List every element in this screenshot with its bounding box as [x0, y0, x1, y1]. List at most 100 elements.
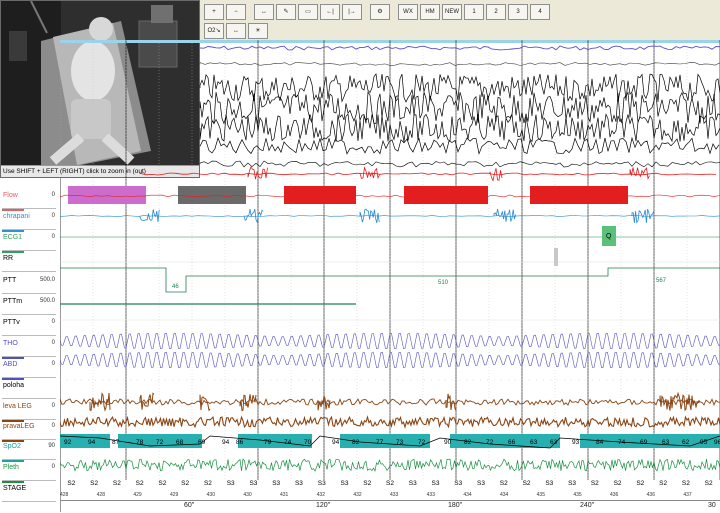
spo2-value: 87 — [112, 439, 120, 446]
toolbar-button[interactable]: 1 — [464, 4, 484, 20]
channel-color-bar — [2, 230, 24, 232]
channel-label[interactable]: ECG1 0 — [0, 234, 60, 254]
flow-event-apnea — [530, 186, 628, 204]
toolbar-button[interactable]: NEW — [442, 4, 462, 20]
channel-name: STAGE — [3, 485, 27, 492]
spo2-value: 86 — [236, 439, 244, 446]
epoch-number: 435 — [573, 492, 582, 498]
stage-strip: S2 S2 S2 S2 S2 S2 S2 S3 S3 S3 S3 S3 S3 S2 S2 S3 S3 S3 S3 S2… — [60, 480, 720, 500]
channel-name: poloha — [3, 382, 25, 389]
toolbar-button[interactable]: ▭ — [298, 4, 318, 20]
channel-divider — [2, 335, 56, 336]
ptt-value: 510 — [438, 280, 449, 286]
spo2-value: 63 — [550, 439, 558, 446]
toolbar-button[interactable]: ✎ — [276, 4, 296, 20]
toolbar-button[interactable]: |→ — [342, 4, 362, 20]
channel-label[interactable]: PTTm 500.0 — [0, 298, 60, 318]
channel-label[interactable]: PTTv 0 — [0, 319, 60, 339]
epoch-number: 429 — [133, 492, 142, 498]
left-leg-burst — [659, 391, 701, 412]
rr-marker — [554, 248, 558, 266]
toolbar-button[interactable]: ⚙ — [370, 4, 390, 20]
channel-label[interactable]: PTT 500.0 — [0, 277, 60, 297]
toolbar-button[interactable]: 3 — [508, 4, 528, 20]
toolbar-button[interactable]: ↔ — [226, 23, 246, 39]
emg-trace — [199, 160, 720, 168]
ptt-value: 46 — [172, 284, 179, 290]
stage-cell[interactable]: S3 — [401, 480, 424, 494]
epoch-number: 429 — [170, 492, 179, 498]
spo2-value: 62 — [682, 439, 690, 446]
channel-label[interactable]: Pleth 0 — [0, 464, 60, 484]
channel-label[interactable]: leva LEG 0 — [0, 403, 60, 423]
spo2-value: 82 — [464, 439, 472, 446]
time-tick: 240" — [580, 502, 595, 509]
toolbar-button[interactable]: − — [226, 4, 246, 20]
channel-color-bar — [2, 440, 24, 442]
channel-label[interactable]: THO 0 — [0, 340, 60, 360]
signal-traces[interactable]: Q 46 510 567 92 94 87 78 72 68 69 94 86 79 74 70 94 82 77 7… — [59, 40, 720, 485]
epoch-number: 435 — [536, 492, 545, 498]
left-leg-burst — [89, 392, 111, 412]
channel-name: chrapani — [3, 213, 30, 220]
channel-name: ABD — [3, 361, 18, 368]
time-tick: 180" — [448, 502, 463, 509]
toolbar-button[interactable]: ↔ — [254, 4, 274, 20]
stage-cell[interactable]: S2 — [583, 480, 606, 494]
stage-cell[interactable]: S3 — [288, 480, 311, 494]
toolbar: + − ↔ ✎ ▭ ←| |→ ⚙ WX HM NEW 1 2 3 4 O2↘ ↔ ☀ — [200, 0, 720, 41]
toolbar-button[interactable]: + — [204, 4, 224, 20]
channel-label[interactable]: pravaLEG 0 — [0, 423, 60, 443]
channel-scale: 500.0 — [39, 298, 55, 304]
spo2-value: 94 — [222, 439, 230, 446]
toolbar-row-2: O2↘ ↔ ☀ — [204, 22, 268, 40]
channel-label[interactable]: STAGE — [0, 485, 60, 505]
epoch-number: 431 — [280, 492, 289, 498]
toolbar-button[interactable]: HM — [420, 4, 440, 20]
stage-cell[interactable]: S2 — [515, 480, 538, 494]
channel-name: leva LEG — [3, 403, 32, 410]
toolbar-button[interactable]: 2 — [486, 4, 506, 20]
trace-canvas[interactable]: Q 46 510 567 92 94 87 78 72 68 69 94 86 79 74 70 94 82 77 7… — [59, 40, 720, 480]
toolbar-button[interactable]: ←| — [320, 4, 340, 20]
flow-event-apnea — [404, 186, 488, 204]
spo2-value: 77 — [376, 439, 384, 446]
channel-label[interactable]: ABD 0 — [0, 361, 60, 381]
epoch-number: 428 — [96, 492, 105, 498]
stage-cell[interactable]: S2 — [106, 480, 129, 494]
channel-name: THO — [3, 340, 18, 347]
stage-cell[interactable]: S3 — [470, 480, 493, 494]
spo2-value: 74 — [284, 439, 292, 446]
channel-color-bar — [2, 378, 24, 380]
spo2-value: 69 — [198, 439, 206, 446]
toolbar-row-1: + − ↔ ✎ ▭ ←| |→ ⚙ WX HM NEW 1 2 3 4 — [204, 3, 550, 21]
channel-label[interactable]: poloha — [0, 382, 60, 402]
spo2-value: 78 — [136, 439, 144, 446]
flow-event-gray — [178, 186, 246, 204]
epoch-number: 437 — [683, 492, 692, 498]
toolbar-button[interactable]: ☀ — [248, 23, 268, 39]
epoch-number: 432 — [316, 492, 325, 498]
toolbar-button[interactable]: WX — [398, 4, 418, 20]
eeg-trace-5 — [199, 136, 720, 155]
stage-cell[interactable]: S2 — [652, 480, 675, 494]
toolbar-button[interactable]: O2↘ — [204, 23, 224, 39]
channel-label[interactable]: RR — [0, 255, 60, 275]
ptt-value: 567 — [656, 278, 667, 284]
spo2-value: 94 — [332, 439, 340, 446]
left-leg-burst — [445, 393, 457, 411]
channel-label[interactable]: SpO2 90 — [0, 443, 60, 463]
toolbar-button[interactable]: 4 — [530, 4, 550, 20]
spo2-value: 72 — [156, 439, 164, 446]
spo2-value: 69 — [640, 439, 648, 446]
channel-label[interactable]: chrapani 0 — [0, 213, 60, 233]
channel-label[interactable]: Flow 0 — [0, 192, 60, 212]
stage-cell[interactable]: S2 — [697, 480, 720, 494]
eeg-trace-1 — [199, 62, 720, 66]
channel-divider — [2, 293, 56, 294]
channel-scale: 0 — [51, 192, 55, 198]
epoch-number: 432 — [353, 492, 362, 498]
spo2-value: 95 — [700, 439, 708, 446]
snore-burst — [243, 208, 264, 224]
stage-cell[interactable]: S3 — [219, 480, 242, 494]
